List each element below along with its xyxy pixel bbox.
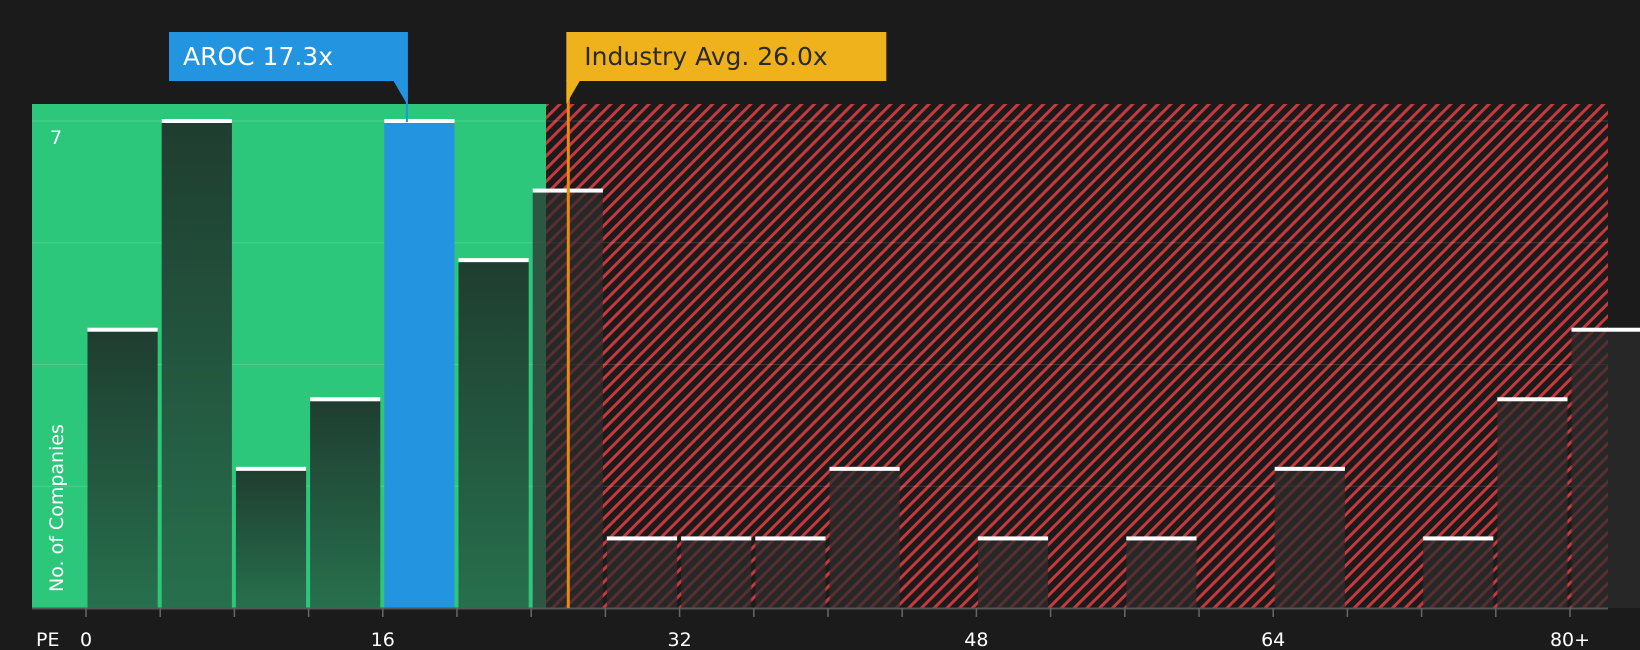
bar-cap (1497, 397, 1568, 402)
company-callout-pointer (392, 80, 407, 104)
pe-ratio-chart: 0 16 32 48 64 80+ 7 No. of Companies PE AROC … (32, 32, 1640, 650)
histogram-bar (977, 538, 1049, 608)
bar-cap (310, 397, 381, 402)
x-axis: 0 16 32 48 64 80+ (32, 607, 1608, 650)
histogram-bar (606, 538, 678, 608)
y-axis-title: No. of Companies (46, 424, 68, 592)
histogram-bar (235, 468, 307, 608)
x-tick-label: 64 (1261, 629, 1285, 650)
x-tick-label: 48 (964, 629, 988, 650)
industry-callout-pointer (566, 80, 581, 104)
bar-cap (977, 536, 1049, 541)
histogram-bar (310, 399, 381, 608)
bar-cap (829, 466, 900, 471)
x-tick-label: 0 (80, 629, 92, 650)
company-pe-label: AROC 17.3x (183, 42, 333, 71)
x-axis-title: PE (36, 629, 59, 650)
histogram-bar (681, 538, 752, 608)
bar-cap (1423, 536, 1494, 541)
histogram-bar (161, 121, 232, 608)
histogram-bar (755, 538, 826, 608)
histogram-bar (1274, 468, 1345, 608)
histogram-bar (1126, 538, 1197, 608)
histogram-bar (1497, 399, 1568, 608)
bar-cap (1126, 536, 1197, 541)
bar-cap (681, 536, 752, 541)
y-tick-label: 7 (50, 127, 62, 149)
histogram-bar (829, 468, 900, 608)
company-bar (384, 121, 455, 608)
industry-average-label: Industry Avg. 26.0x (584, 42, 827, 71)
histogram-bar (1423, 538, 1494, 608)
overvalued-zone (546, 104, 1608, 608)
bar-cap (606, 536, 678, 541)
x-tick-label: 80+ (1550, 629, 1590, 650)
bar-cap (1571, 327, 1640, 332)
histogram-bar (87, 329, 158, 608)
histogram-bar (458, 260, 529, 608)
bar-cap (161, 119, 232, 123)
bar-cap (458, 258, 529, 263)
bar-cap (384, 119, 455, 123)
bar-cap (1274, 466, 1345, 471)
bar-cap (755, 536, 826, 541)
bar-cap (87, 327, 158, 332)
bar-cap (235, 466, 307, 471)
x-tick-label: 32 (668, 629, 692, 650)
x-tick-label: 16 (371, 629, 395, 650)
histogram-bar (1571, 329, 1640, 608)
